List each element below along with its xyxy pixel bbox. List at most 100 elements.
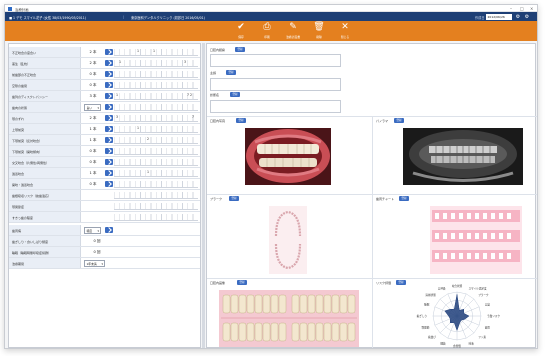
update-icon[interactable] [105, 71, 113, 77]
save-button[interactable]: ✔ 保存 [229, 22, 253, 40]
update-icon[interactable] [105, 82, 113, 88]
row-value[interactable]: 2 本 [81, 113, 105, 123]
row-scale[interactable] [114, 181, 198, 188]
panel-divider[interactable] [202, 43, 205, 348]
row-label: 空隙の歯間 [9, 80, 81, 90]
row-scale[interactable] [114, 192, 198, 199]
update-icon[interactable] [105, 126, 113, 132]
register-button[interactable]: 登録 [226, 70, 236, 75]
intraoral-photo[interactable] [245, 128, 331, 185]
radar-axis-label: 咬合状態 [452, 284, 463, 288]
gum-condition-select[interactable]: 良い [84, 103, 101, 111]
printer-icon: ⎙ [263, 22, 271, 32]
patient-info: ■ 1 デモ スマイル花子 (女性 38/03/1990/05/2011) [9, 15, 87, 20]
update-icon[interactable] [105, 227, 113, 233]
update-icon[interactable] [105, 115, 113, 121]
row-value[interactable]: 0 本 [81, 80, 105, 90]
row-scale[interactable] [114, 82, 198, 89]
register-button[interactable]: 登録 [230, 92, 240, 97]
update-icon[interactable] [105, 159, 113, 165]
radar-axis-label: う蝕リスク [487, 314, 500, 318]
row-value[interactable]: 1 本 [81, 168, 105, 178]
row-label: 歯肉の状態 [9, 102, 81, 112]
treatment-plan-button[interactable]: ✎ 治療計画書 [281, 22, 305, 40]
row-scale[interactable] [114, 214, 198, 221]
row-label: 交叉咬合（片側性/両側性） [9, 157, 81, 167]
perio-chart[interactable] [430, 206, 522, 274]
maximize-button[interactable]: □ [520, 6, 524, 11]
row-scale[interactable] [114, 71, 198, 78]
divider [207, 194, 537, 195]
treatment-period-select[interactable]: 1年未満 [84, 259, 105, 267]
panorama-xray[interactable] [403, 128, 523, 185]
row-scale[interactable] [114, 159, 198, 166]
date-field[interactable]: 2012/06/26 [486, 13, 512, 20]
eval-row: すきっ歯の程度 [9, 212, 200, 223]
gear-icon[interactable]: ⚙ [524, 14, 530, 20]
update-icon[interactable] [105, 148, 113, 154]
register-button[interactable]: 登録 [394, 118, 404, 123]
observation-field[interactable] [210, 54, 341, 67]
row-scale[interactable] [114, 137, 198, 144]
update-icon[interactable] [105, 181, 113, 187]
complaint-field[interactable] [210, 78, 341, 91]
register-button[interactable]: 登録 [235, 47, 245, 52]
update-icon[interactable] [105, 93, 113, 99]
settings-icon[interactable]: ⚙ [515, 14, 521, 20]
row-label: 睡眠（睡眠時無呼吸症候群） [9, 247, 81, 257]
row-scale[interactable] [114, 203, 198, 210]
tooth-chart[interactable] [219, 290, 359, 347]
info-separator: | [123, 14, 125, 19]
row-value[interactable]: 0 回 [81, 247, 113, 257]
window-title: 治療計画 [15, 7, 29, 12]
radar-axis-label: 食習慣 [453, 344, 461, 348]
eval-row: 前歯部の不正咬合 0 本 [9, 69, 200, 80]
periodontal-select[interactable]: 軽度 [84, 226, 101, 234]
row-scale[interactable] [114, 170, 198, 177]
row-scale[interactable] [114, 93, 198, 100]
row-value[interactable]: 1 本 [81, 124, 105, 134]
row-scale[interactable] [114, 126, 198, 133]
minimize-button[interactable]: – [510, 6, 512, 11]
register-button[interactable]: 登録 [237, 280, 247, 285]
close-button[interactable]: ✕ 閉じる [333, 22, 357, 40]
update-icon[interactable] [105, 170, 113, 176]
tooth-chart-diagram [221, 294, 357, 342]
update-icon[interactable] [105, 60, 113, 66]
update-icon[interactable] [105, 104, 113, 110]
row-value[interactable]: 0 本 [81, 146, 105, 156]
register-button[interactable]: 登録 [399, 196, 409, 201]
row-scale[interactable] [114, 49, 198, 56]
register-button[interactable]: 登録 [236, 118, 246, 123]
diagnosis-field[interactable] [210, 100, 341, 113]
delete-button[interactable]: 🗑 削除 [307, 22, 331, 40]
scale-mark: 3 [184, 59, 187, 64]
scale-mark: 1 [147, 169, 150, 174]
row-scale[interactable] [114, 148, 198, 155]
close-window-button[interactable]: × [530, 6, 533, 11]
update-icon[interactable] [105, 49, 113, 55]
radar-axis-label: プラーク [478, 293, 489, 297]
row-value[interactable]: 2 本 [81, 47, 105, 57]
patient-info-bar: ■ 1 デモ スマイル花子 (女性 38/03/1990/05/2011) | … [5, 12, 537, 21]
row-value[interactable]: 0 本 [81, 179, 105, 189]
row-value[interactable]: 1 本 [81, 135, 105, 145]
radar-axis-label: スマイル満足度 [468, 286, 486, 290]
print-button[interactable]: ⎙ 印刷 [255, 22, 279, 40]
eval-row: 歯列のディスクレパンシー 3 本 1 7 2 [9, 91, 200, 102]
mouth-image [246, 129, 330, 183]
radar-axis-label: 顎関節 [422, 325, 430, 329]
register-button[interactable]: 登録 [229, 196, 239, 201]
row-value[interactable]: 3 本 [81, 91, 105, 101]
row-value[interactable]: 0 回 [81, 236, 113, 246]
row-scale[interactable] [114, 115, 198, 122]
update-icon[interactable] [105, 137, 113, 143]
row-value[interactable]: 0 本 [81, 69, 105, 79]
risk-radar-chart[interactable]: 咬合状態スマイル満足度プラーク口臭う蝕リスク歯周フッ素唾液食習慣 細菌歯並び 顎関節… [393, 284, 521, 348]
row-value[interactable]: 2 本 [81, 58, 105, 68]
row-label: 歯根吸収リスク（抜歯適応） [9, 190, 81, 200]
scale-mark: 1 [153, 48, 156, 53]
plaque-chart[interactable] [269, 206, 307, 274]
row-value[interactable]: 0 本 [81, 157, 105, 167]
row-scale[interactable] [114, 104, 198, 111]
